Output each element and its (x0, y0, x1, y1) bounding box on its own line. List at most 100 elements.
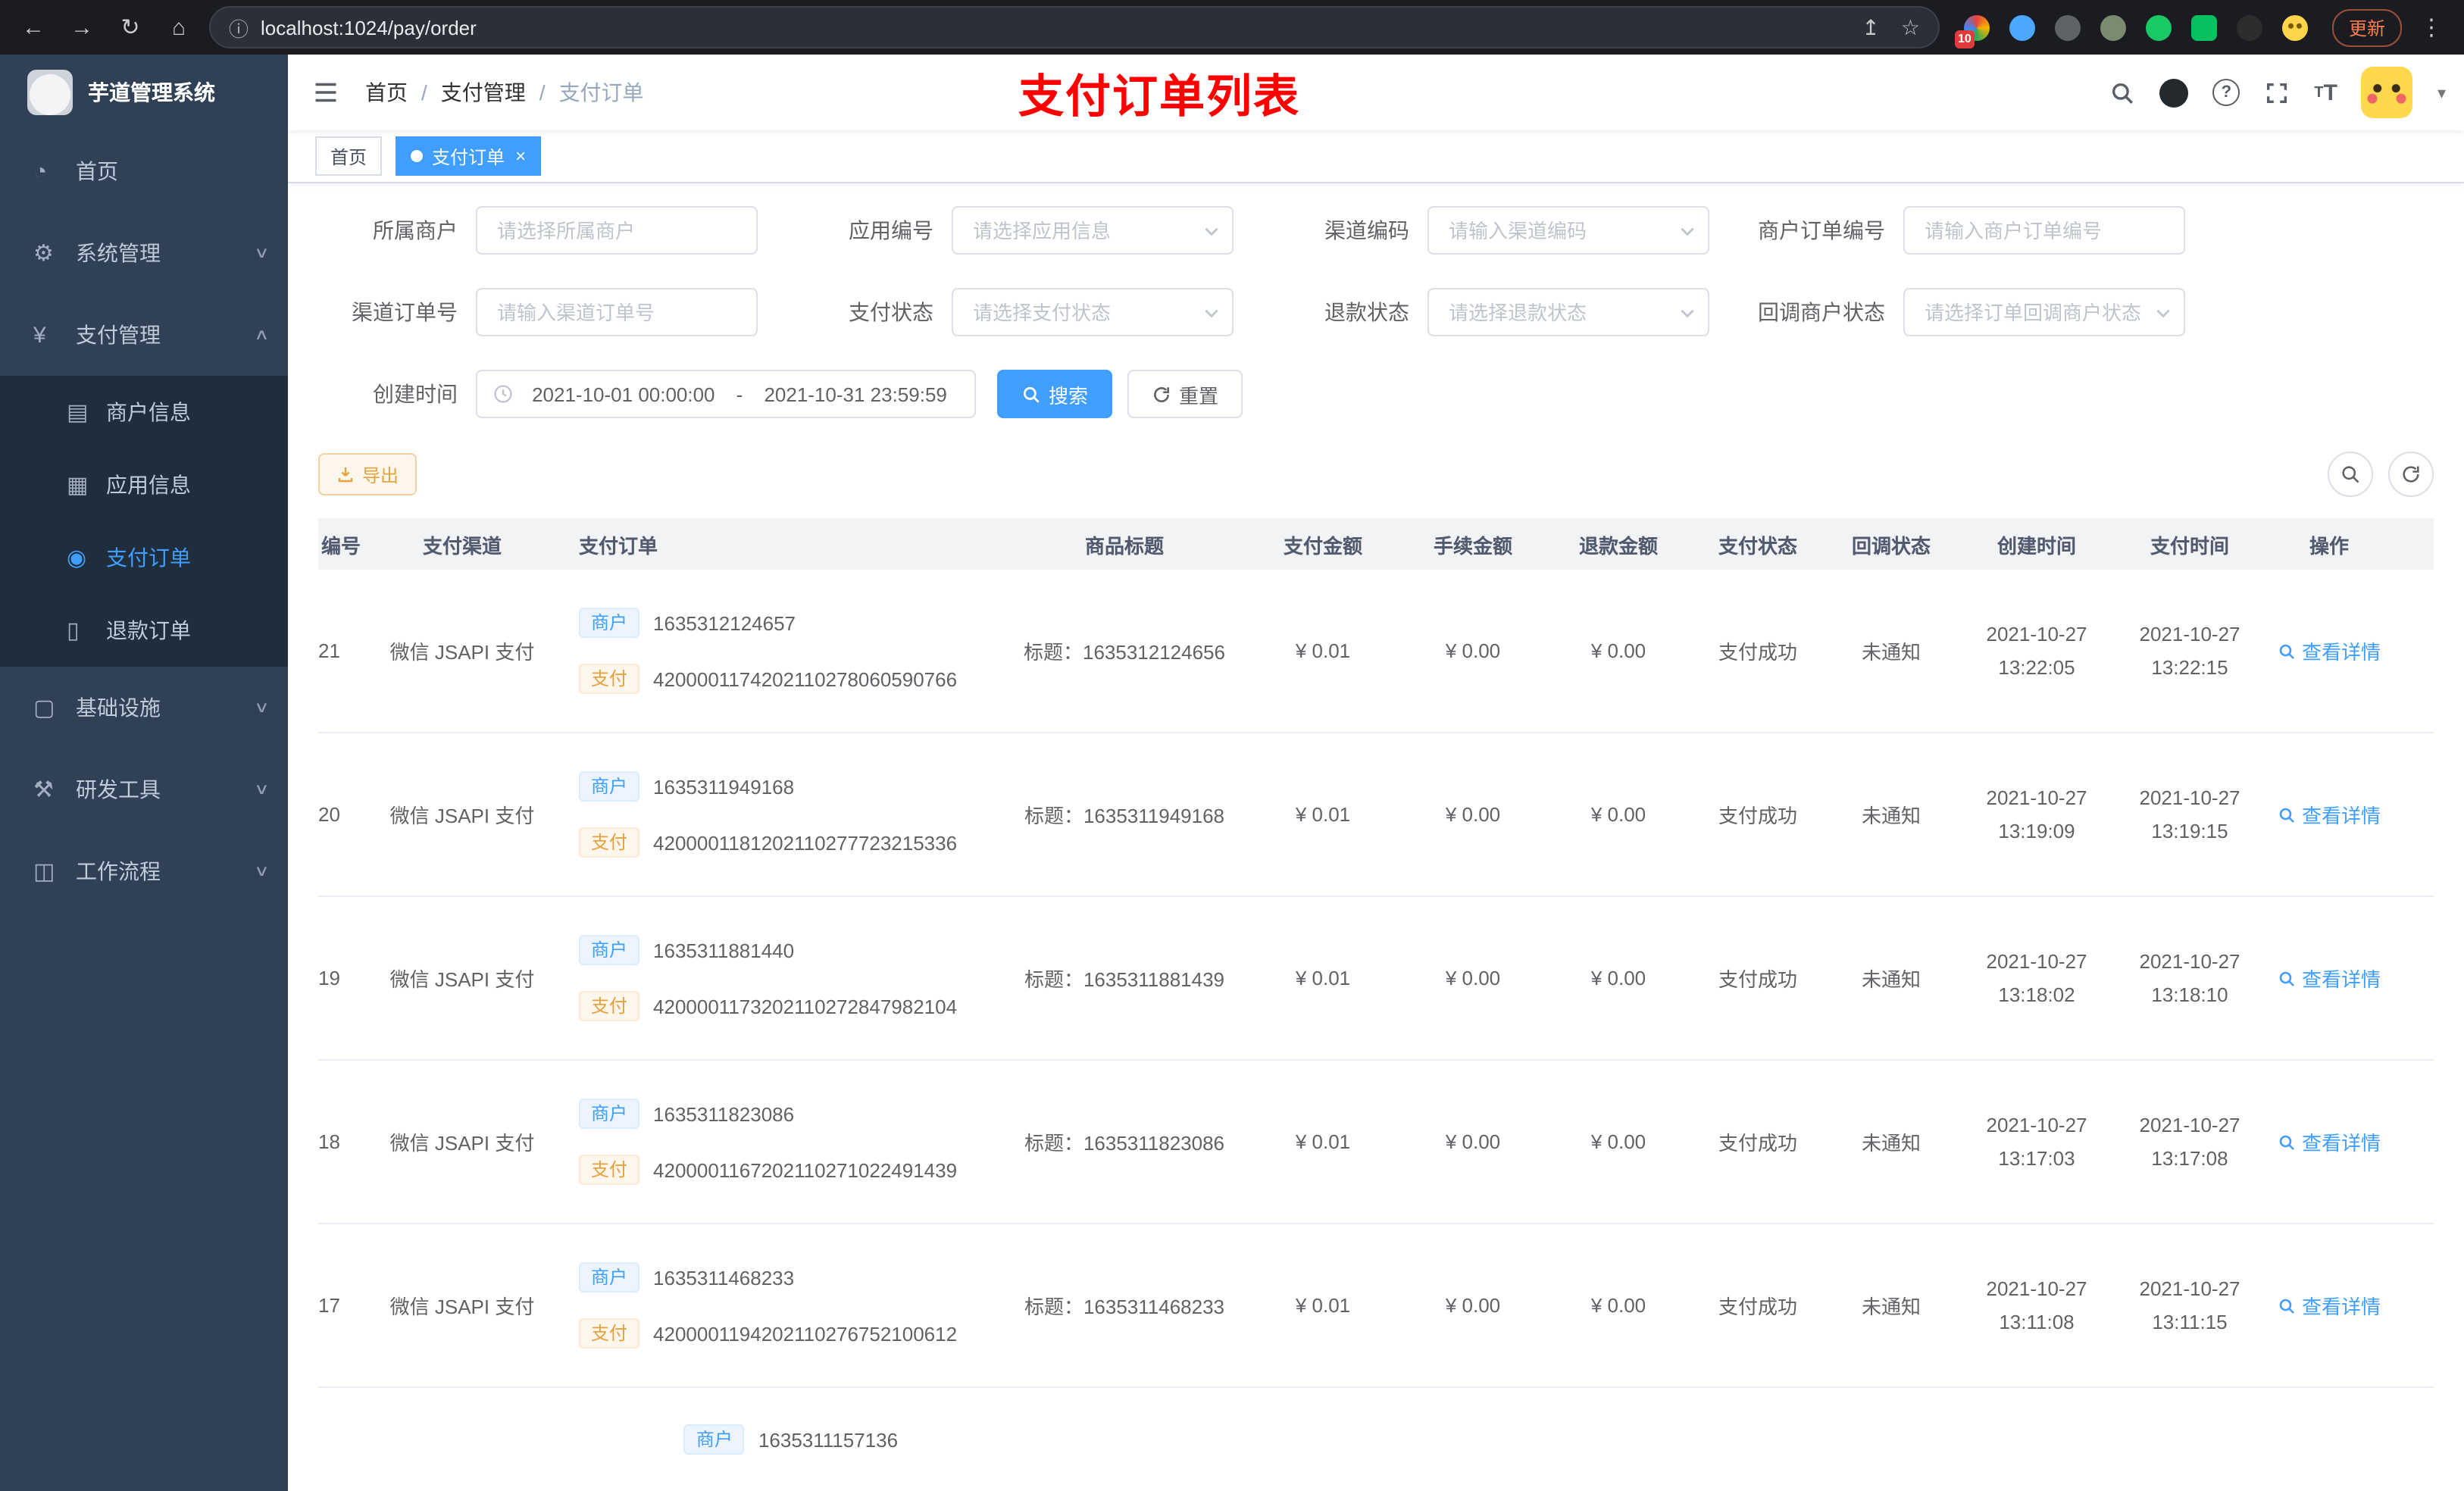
col-fee: 手续金额 (1433, 534, 1512, 557)
cell-pay-time: 2021-10-27 13:17:08 (2139, 1113, 2240, 1169)
share-icon[interactable]: ↥ (1862, 14, 1879, 40)
cell-refund: ¥ 0.00 (1590, 639, 1646, 662)
bookmark-star-icon[interactable]: ☆ (1901, 14, 1920, 40)
merchant-tag: 商户 (579, 1099, 640, 1129)
github-icon[interactable] (2159, 78, 2189, 107)
cell-create-time: 2021-10-27 13:19:09 (1986, 786, 2087, 842)
avatar-caret-icon[interactable]: ▾ (2437, 83, 2446, 102)
sidebar-subitem[interactable]: ◉ 支付订单 (0, 521, 288, 594)
hamburger-icon[interactable] (312, 79, 339, 106)
date-end[interactable]: 2021-10-31 23:59:59 (752, 383, 959, 405)
url-text[interactable]: localhost:1024/pay/order (261, 16, 1840, 39)
cell-channel: 微信 JSAPI 支付 (389, 641, 535, 664)
view-detail-link[interactable]: 查看详情 (2278, 1127, 2381, 1156)
filter-input[interactable] (952, 206, 1234, 255)
sidebar-item[interactable]: ◔ 首页 (0, 130, 288, 212)
sidebar-subitem-label: 退款订单 (106, 618, 191, 642)
cell-pay-time: 2021-10-27 13:22:15 (2139, 622, 2240, 678)
tab-close-icon[interactable]: × (515, 147, 526, 165)
filter-input[interactable] (1903, 288, 2185, 336)
filter-label: 渠道编码 (1324, 218, 1409, 242)
sidebar-item[interactable]: ¥ 支付管理 ∧ (0, 294, 288, 376)
filter-input[interactable] (1427, 288, 1709, 336)
filter-input-field[interactable] (970, 217, 1193, 243)
date-range-picker[interactable]: 2021-10-01 00:00:00 - 2021-10-31 23:59:5… (476, 370, 976, 418)
extension-icon-5[interactable] (2145, 14, 2172, 40)
site-info-icon[interactable]: ⓘ (229, 13, 249, 42)
filter-input-field[interactable] (494, 299, 717, 325)
filter-input[interactable] (476, 206, 758, 255)
browser-menu-icon[interactable]: ⋮ (2414, 14, 2449, 41)
filter-input-field[interactable] (494, 217, 717, 243)
channel-order-no: 4200001181202110277723215336 (653, 831, 958, 854)
date-start[interactable]: 2021-10-01 00:00:00 (520, 383, 727, 405)
chevron-icon: ∨ (253, 781, 269, 798)
sidebar-item[interactable]: ◫ 工作流程 ∨ (0, 830, 288, 912)
filter-input[interactable] (476, 288, 758, 336)
home-icon[interactable]: ⌂ (161, 9, 197, 45)
toggle-search-button[interactable] (2328, 452, 2373, 497)
view-detail-link[interactable]: 查看详情 (2278, 964, 2381, 992)
filter-input-field[interactable] (1446, 217, 1668, 243)
font-size-icon[interactable]: TT (2314, 80, 2337, 105)
extension-icon-8[interactable] (2281, 14, 2308, 40)
reset-button[interactable]: 重置 (1127, 370, 1243, 418)
app-logo[interactable]: 芋道管理系统 (0, 55, 288, 130)
chevron-down-icon (2153, 303, 2173, 330)
extension-icon-7[interactable] (2236, 14, 2262, 40)
forward-icon[interactable]: → (64, 9, 100, 45)
tab-label: 支付订单 (432, 146, 505, 167)
filter-input-field[interactable] (1446, 299, 1668, 325)
sidebar-subitem[interactable]: ▤ 商户信息 (0, 376, 288, 449)
clock-icon (492, 383, 514, 405)
extension-icon-2[interactable] (2009, 14, 2035, 40)
table-row: 21 微信 JSAPI 支付 商户 1635312124657 支付 42000… (318, 570, 2434, 733)
filter-input[interactable] (952, 288, 1234, 336)
back-icon[interactable]: ← (15, 9, 52, 45)
cell-pay-order: 商户 1635312124657 支付 42000011742021102780… (561, 570, 1003, 732)
breadcrumb-home[interactable]: 首页 (365, 77, 408, 108)
address-bar[interactable]: ⓘ localhost:1024/pay/order ↥ ☆ (209, 6, 1940, 48)
cell-amount: ¥ 0.01 (1295, 803, 1351, 826)
view-detail-link[interactable]: 查看详情 (2278, 800, 2381, 829)
filter-input-field[interactable] (970, 299, 1193, 325)
sidebar-subitem[interactable]: ▯ 退款订单 (0, 594, 288, 667)
view-tab[interactable]: 支付订单 × (396, 136, 542, 176)
filter-input-field[interactable] (1921, 299, 2144, 325)
cell-fee: ¥ 0.00 (1445, 1130, 1501, 1153)
sidebar-item[interactable]: ⚙ 系统管理 ∨ (0, 212, 288, 294)
search-icon[interactable] (2109, 80, 2135, 105)
navbar: 首页 / 支付管理 / 支付订单 支付订单列表 ? TT ▾ (288, 55, 2464, 130)
filter-row-3: 创建时间 2021-10-01 00:00:00 - 2021-10-31 23… (318, 370, 2434, 418)
extension-icon-6[interactable] (2190, 14, 2217, 40)
export-button[interactable]: 导出 (318, 453, 417, 495)
browser-update-button[interactable]: 更新 (2331, 8, 2402, 46)
col-status: 支付状态 (1718, 534, 1797, 557)
filter-field: 渠道订单号 (318, 288, 758, 336)
filter-input-field[interactable] (1921, 217, 2144, 243)
filter-input[interactable] (1427, 206, 1709, 255)
cell-pay-time: 2021-10-27 13:18:10 (2139, 949, 2240, 1005)
sidebar-subitem[interactable]: ▦ 应用信息 (0, 449, 288, 521)
dashboard-icon: ◔ (33, 158, 48, 184)
extension-icon-1[interactable]: 10 (1954, 14, 1990, 48)
breadcrumb-pay-manage[interactable]: 支付管理 (441, 77, 526, 108)
help-icon[interactable]: ? (2212, 79, 2240, 106)
refresh-table-button[interactable] (2388, 452, 2434, 497)
extension-icon-4[interactable] (2100, 14, 2126, 40)
search-button[interactable]: 搜索 (997, 370, 1113, 418)
view-tab[interactable]: 首页 × (315, 136, 383, 176)
user-avatar[interactable] (2361, 67, 2413, 118)
view-detail-link[interactable]: 查看详情 (2278, 1291, 2381, 1320)
filter-row-2: 渠道订单号 支付状态 (318, 288, 2434, 336)
view-detail-link[interactable]: 查看详情 (2278, 636, 2381, 665)
filter-input[interactable] (1903, 206, 2185, 255)
cell-id: 17 (318, 1294, 340, 1317)
fullscreen-icon[interactable] (2264, 80, 2290, 105)
extension-icon-3[interactable] (2054, 14, 2081, 40)
col-title: 商品标题 (1084, 534, 1164, 557)
reload-icon[interactable]: ↻ (112, 9, 149, 45)
sidebar-item[interactable]: ⚒ 研发工具 ∨ (0, 749, 288, 830)
sidebar-item[interactable]: ▢ 基础设施 ∨ (0, 667, 288, 749)
chevron-icon: ∨ (253, 245, 269, 261)
